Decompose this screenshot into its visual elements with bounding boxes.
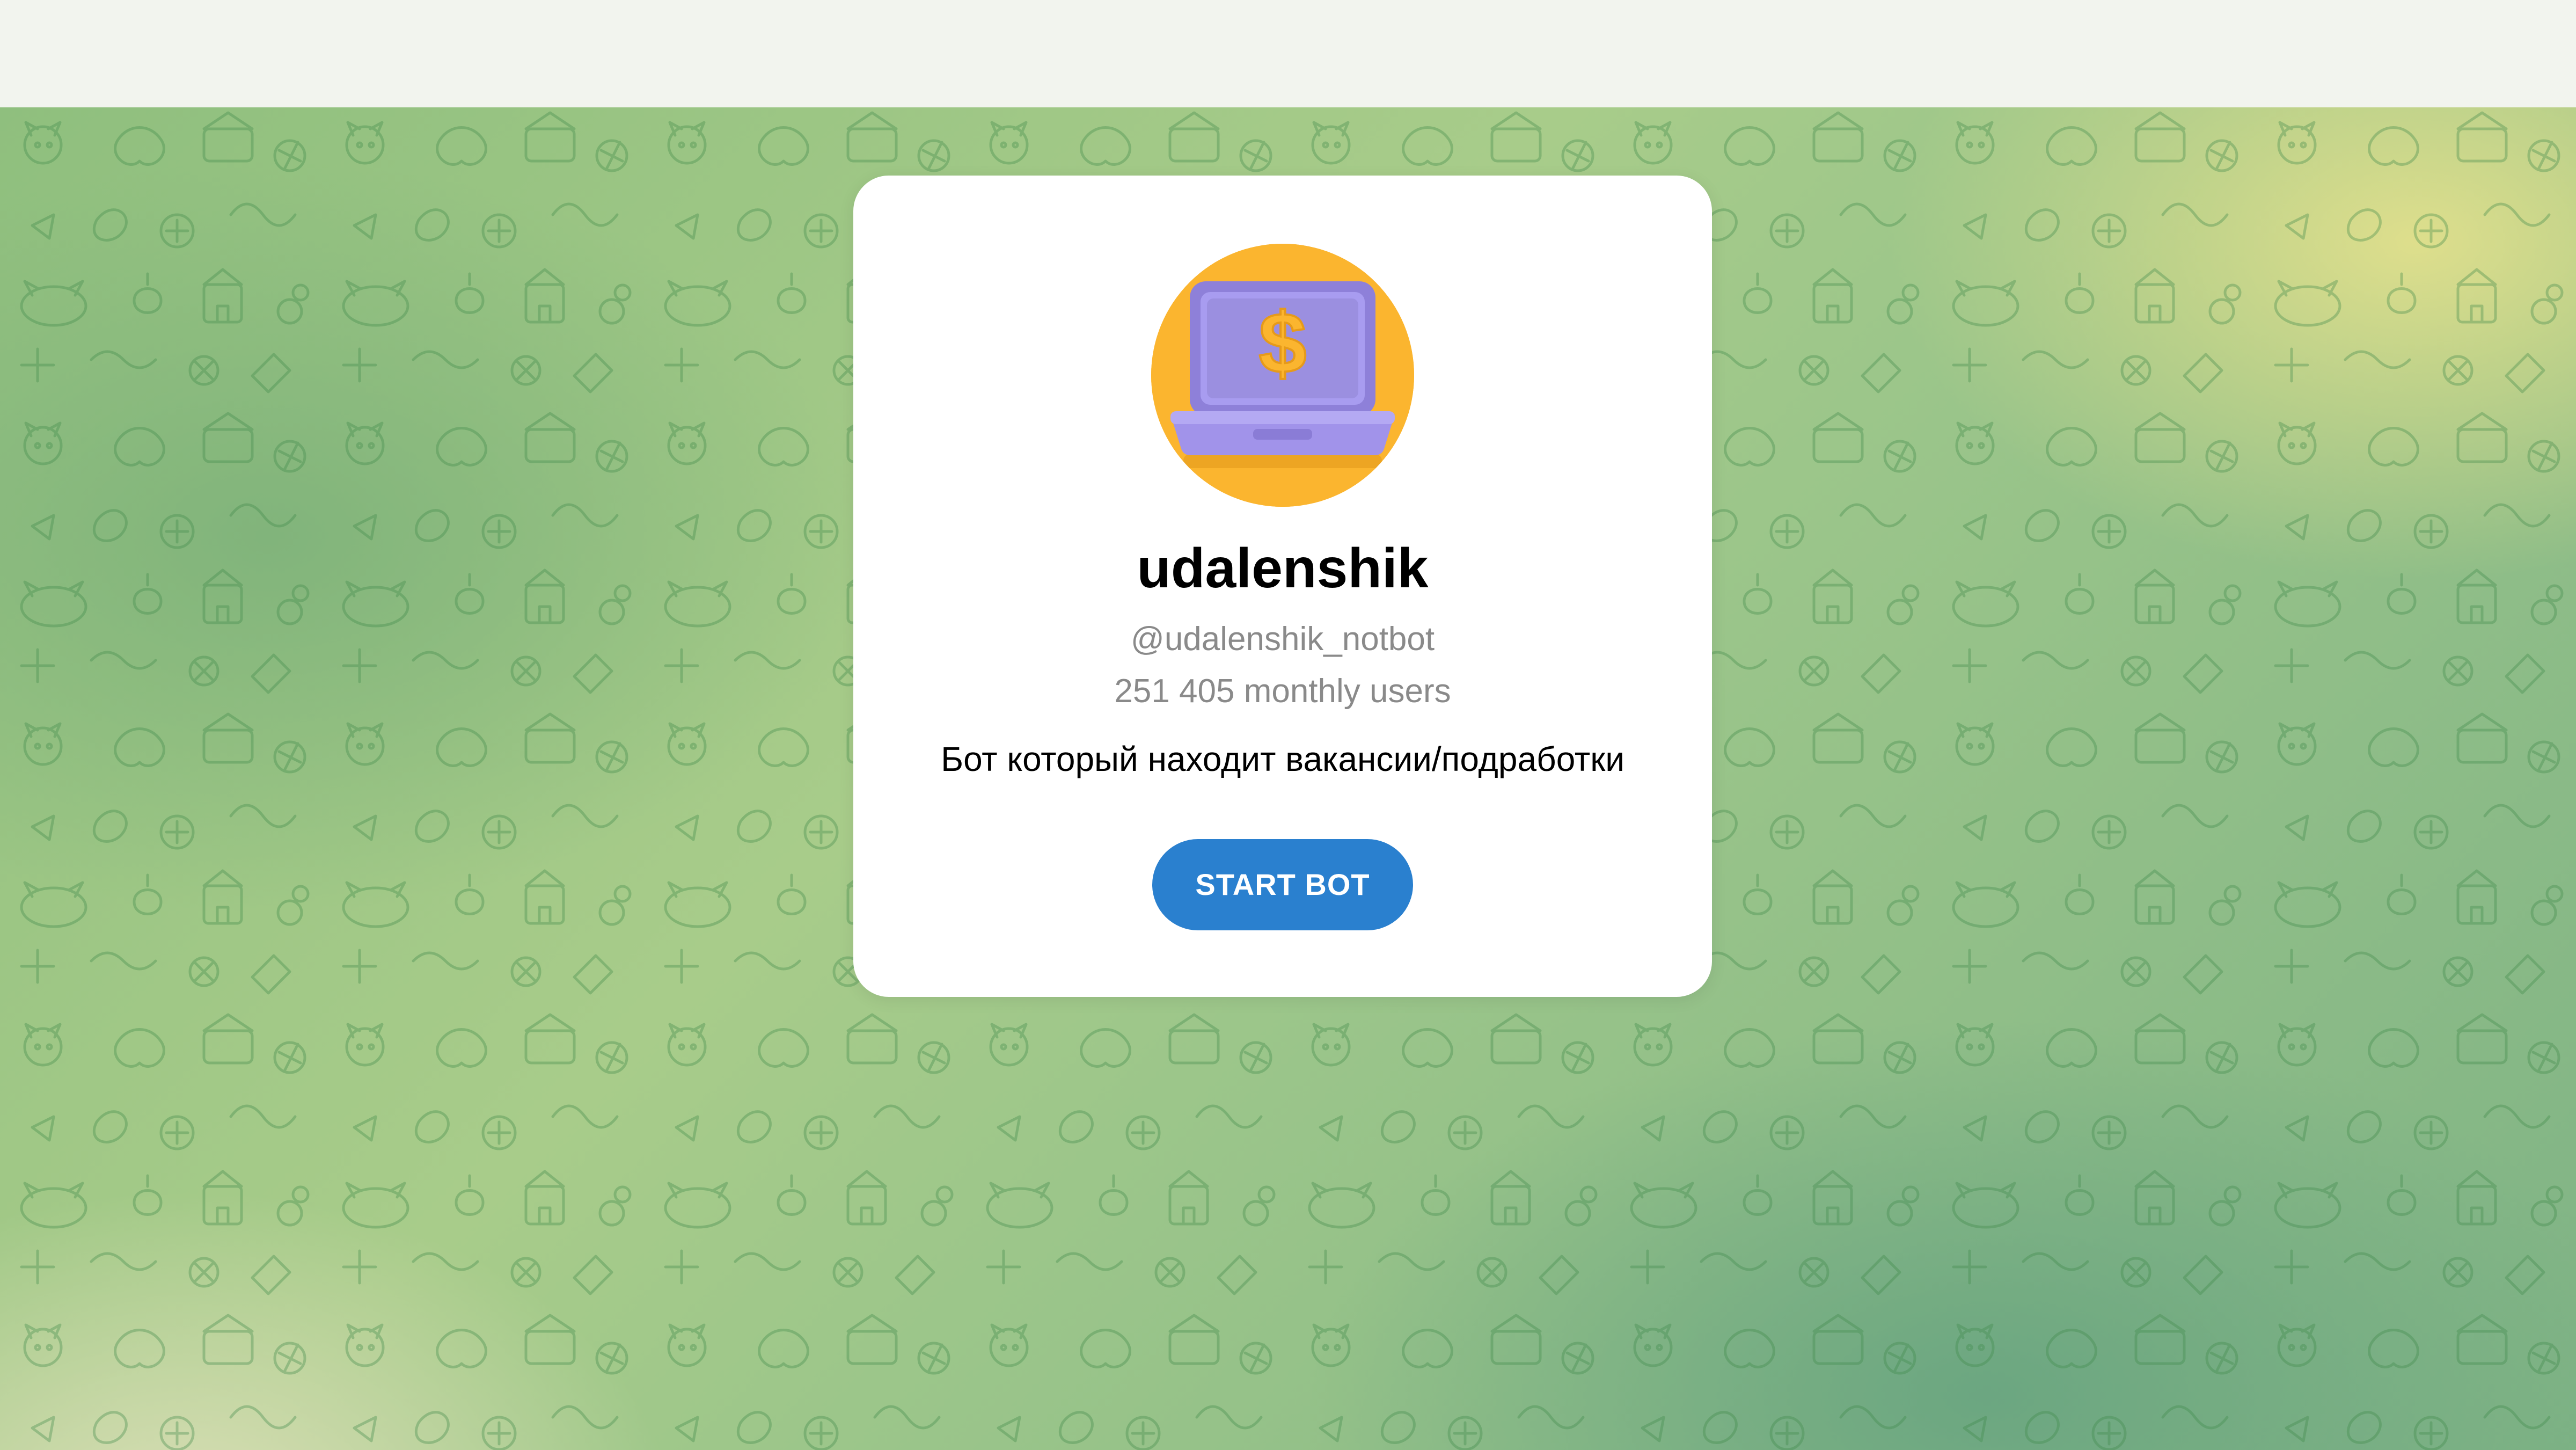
dollar-sign: $ bbox=[1259, 295, 1307, 391]
bot-username[interactable]: @udalenshik_notbot bbox=[853, 623, 1712, 656]
page: $ udalenshik @udalenshik_notbot 251 405 … bbox=[0, 0, 2576, 1450]
laptop-dollar-icon: $ bbox=[1151, 244, 1414, 507]
monthly-users: 251 405 monthly users bbox=[1114, 673, 1451, 710]
bot-avatar: $ bbox=[1151, 244, 1414, 507]
bot-name: udalenshik bbox=[1137, 537, 1429, 600]
top-bar bbox=[0, 0, 2576, 107]
start-bot-button[interactable]: START BOT bbox=[1152, 839, 1413, 930]
bot-description: Бот который находит вакансии/подработки bbox=[941, 740, 1624, 778]
bot-card: $ udalenshik @udalenshik_notbot 251 405 … bbox=[853, 176, 1712, 997]
